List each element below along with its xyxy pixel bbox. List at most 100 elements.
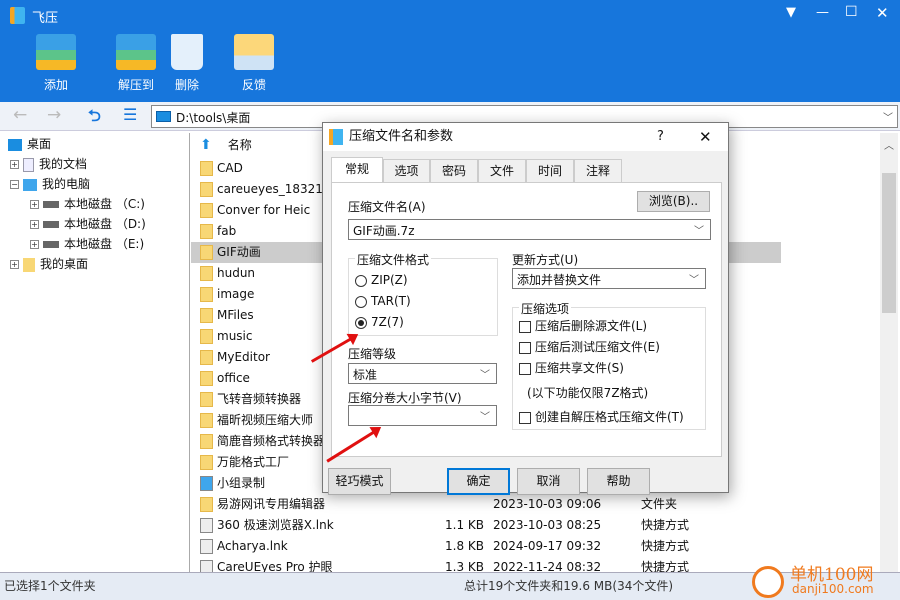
tree-item-drive-c[interactable]: + 本地磁盘 （C:): [30, 194, 145, 214]
volume-combo[interactable]: ﹀: [348, 405, 497, 426]
tree-item-my-desktop[interactable]: + 我的桌面: [10, 254, 88, 274]
tab-options[interactable]: 选项: [383, 159, 430, 183]
title-bar: 飞压 ▼ — ☐ ✕: [0, 0, 900, 30]
tree-item-documents[interactable]: + 我的文档: [10, 154, 87, 174]
up-folder-button[interactable]: ⮌: [88, 105, 101, 132]
scroll-up-icon[interactable]: ︿: [884, 137, 894, 152]
computer-icon: [23, 178, 37, 191]
file-row[interactable]: 易游网讯专用编辑器 2023-10-03 09:06 文件夹: [191, 494, 781, 515]
test-archive-checkbox[interactable]: 压缩后测试压缩文件(E): [519, 338, 660, 355]
file-name: GIF动画: [217, 245, 261, 259]
folder-icon: [200, 329, 213, 344]
file-row[interactable]: 360 极速浏览器X.lnk 1.1 KB 2023-10-03 08:25 快捷方式: [191, 515, 781, 536]
minimize-button[interactable]: —: [816, 5, 829, 20]
file-name: 万能格式工厂: [217, 455, 290, 469]
feedback-icon: [234, 34, 274, 70]
dialog-close-button[interactable]: ✕: [699, 123, 712, 151]
checkbox-icon: [519, 320, 531, 333]
checkbox-label: 压缩后删除源文件(L): [535, 319, 648, 333]
tree-item-desktop[interactable]: 桌面: [8, 134, 51, 154]
file-date: 2022-11-24 08:32: [493, 560, 602, 572]
file-date: 2023-10-03 08:25: [493, 518, 602, 532]
folder-icon: [200, 161, 213, 176]
scroll-thumb[interactable]: [882, 173, 896, 313]
desktop-icon: [156, 111, 171, 122]
cancel-button[interactable]: 取消: [517, 468, 580, 495]
checkbox-label: 压缩共享文件(S): [535, 361, 624, 375]
help-button[interactable]: ?: [657, 123, 664, 151]
dialog-title: 压缩文件名和参数: [349, 129, 454, 144]
tree-label: 桌面: [27, 137, 52, 151]
file-type: 快捷方式: [641, 560, 690, 572]
maximize-button[interactable]: ☐: [845, 4, 858, 20]
trash-icon: [171, 34, 203, 70]
options-group: 压缩选项 压缩后删除源文件(L) 压缩后测试压缩文件(E) 压缩共享文件(S) …: [512, 300, 706, 430]
format-tar-radio[interactable]: TAR(T): [355, 294, 411, 308]
chevron-down-icon[interactable]: ﹀: [694, 222, 704, 237]
checkbox-label: 压缩后测试压缩文件(E): [535, 340, 660, 354]
view-list-button[interactable]: ☰: [123, 105, 137, 124]
format-zip-radio[interactable]: ZIP(Z): [355, 273, 408, 287]
file-type: 快捷方式: [641, 539, 690, 553]
help-dialog-button[interactable]: 帮助: [587, 468, 650, 495]
toolbar: 添加 解压到 删除 反馈: [0, 30, 900, 102]
expand-icon[interactable]: +: [30, 240, 39, 249]
radio-selected-icon: [355, 316, 367, 329]
tree-item-drive-e[interactable]: + 本地磁盘 （E:): [30, 234, 144, 254]
menu-dropdown-button[interactable]: ▼: [786, 5, 796, 20]
close-button[interactable]: ✕: [876, 4, 889, 22]
chevron-down-icon[interactable]: ﹀: [689, 271, 699, 286]
tab-comment[interactable]: 注释: [574, 159, 622, 183]
checkbox-icon: [519, 362, 531, 375]
add-button[interactable]: 添加: [26, 34, 86, 93]
expand-icon[interactable]: +: [30, 200, 39, 209]
chevron-down-icon[interactable]: ﹀: [883, 109, 893, 124]
folder-icon: [200, 224, 213, 239]
update-combo[interactable]: 添加并替换文件 ﹀: [512, 268, 706, 289]
extract-label: 解压到: [117, 78, 154, 92]
delete-source-checkbox[interactable]: 压缩后删除源文件(L): [519, 317, 647, 334]
tree-item-computer[interactable]: − 我的电脑: [10, 174, 90, 194]
radio-label: 7Z(7): [371, 315, 404, 329]
chevron-down-icon[interactable]: ﹀: [480, 366, 490, 381]
header-label: 名称: [227, 138, 252, 152]
options-group-label: 压缩选项: [519, 300, 572, 317]
collapse-icon[interactable]: −: [10, 180, 19, 189]
folder-icon: [23, 257, 35, 272]
chevron-down-icon[interactable]: ﹀: [480, 408, 490, 423]
vertical-scrollbar[interactable]: ︿: [880, 133, 898, 572]
add-label: 添加: [43, 78, 68, 92]
tab-general[interactable]: 常规: [331, 157, 383, 184]
sfx-checkbox[interactable]: 创建自解压格式压缩文件(T): [519, 408, 684, 425]
shared-files-checkbox[interactable]: 压缩共享文件(S): [519, 359, 624, 376]
extract-icon: [116, 34, 156, 70]
ok-button[interactable]: 确定: [447, 468, 510, 495]
file-name: fab: [217, 224, 237, 238]
back-button[interactable]: ←: [13, 105, 27, 125]
level-combo[interactable]: 标准 ﹀: [348, 363, 497, 384]
tab-password[interactable]: 密码: [430, 159, 478, 183]
folder-icon: [200, 350, 213, 365]
tab-time[interactable]: 时间: [526, 159, 574, 183]
expand-icon[interactable]: +: [10, 260, 19, 269]
file-type: 快捷方式: [641, 518, 690, 532]
address-text: D:\tools\桌面: [176, 111, 251, 125]
level-label: 压缩等级: [348, 347, 397, 361]
tab-files[interactable]: 文件: [478, 159, 526, 183]
feedback-button[interactable]: 反馈: [224, 34, 284, 93]
delete-button[interactable]: 删除: [157, 34, 217, 93]
expand-icon[interactable]: +: [30, 220, 39, 229]
file-row[interactable]: Acharya.lnk 1.8 KB 2024-09-17 09:32 快捷方式: [191, 536, 781, 557]
browse-button[interactable]: 浏览(B)..: [637, 191, 710, 212]
format-7z-radio[interactable]: 7Z(7): [355, 315, 404, 329]
archive-name-combo[interactable]: GIF动画.7z ﹀: [348, 219, 711, 240]
file-row[interactable]: CareUEyes Pro 护眼 1.3 KB 2022-11-24 08:32 快捷…: [191, 557, 781, 572]
forward-button[interactable]: →: [47, 105, 61, 125]
format-group-label: 压缩文件格式: [355, 251, 432, 268]
expand-icon[interactable]: +: [10, 160, 19, 169]
folder-icon: [200, 308, 213, 323]
file-name: MyEditor: [217, 350, 270, 364]
radio-label: ZIP(Z): [371, 273, 408, 287]
tree-item-drive-d[interactable]: + 本地磁盘 （D:): [30, 214, 146, 234]
simple-mode-button[interactable]: 轻巧模式: [328, 468, 391, 495]
